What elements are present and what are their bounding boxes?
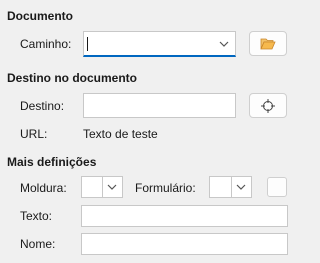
text-input[interactable] — [81, 205, 288, 227]
section-title-mais-definicoes: Mais definições — [7, 155, 97, 169]
path-dropdown-button[interactable] — [215, 32, 233, 55]
target-input[interactable] — [83, 93, 236, 118]
target-picker-button[interactable] — [249, 93, 287, 118]
section-title-documento: Documento — [7, 9, 73, 23]
text-caret — [87, 37, 88, 51]
name-label: Nome: — [20, 237, 56, 251]
events-button[interactable] — [267, 177, 287, 197]
url-label: URL: — [20, 127, 48, 141]
open-file-button[interactable] — [249, 31, 287, 56]
text-label: Texto: — [20, 209, 53, 223]
crosshair-target-icon — [261, 98, 275, 113]
path-label: Caminho: — [20, 37, 72, 51]
frame-dropdown-button[interactable] — [102, 177, 121, 197]
chevron-down-icon — [236, 184, 246, 190]
folder-open-icon — [260, 38, 276, 49]
frame-combobox[interactable] — [81, 176, 123, 198]
section-title-destino: Destino no documento — [7, 71, 137, 85]
path-combobox[interactable] — [83, 31, 236, 57]
chevron-down-icon — [107, 184, 117, 190]
form-dropdown-button[interactable] — [231, 177, 250, 197]
form-label: Formulário: — [135, 181, 196, 195]
chevron-down-icon — [219, 41, 229, 47]
name-input[interactable] — [81, 233, 288, 255]
frame-label: Moldura: — [20, 181, 67, 195]
url-value: Texto de teste — [83, 127, 158, 141]
form-combobox[interactable] — [209, 176, 252, 198]
target-label: Destino: — [20, 99, 65, 113]
